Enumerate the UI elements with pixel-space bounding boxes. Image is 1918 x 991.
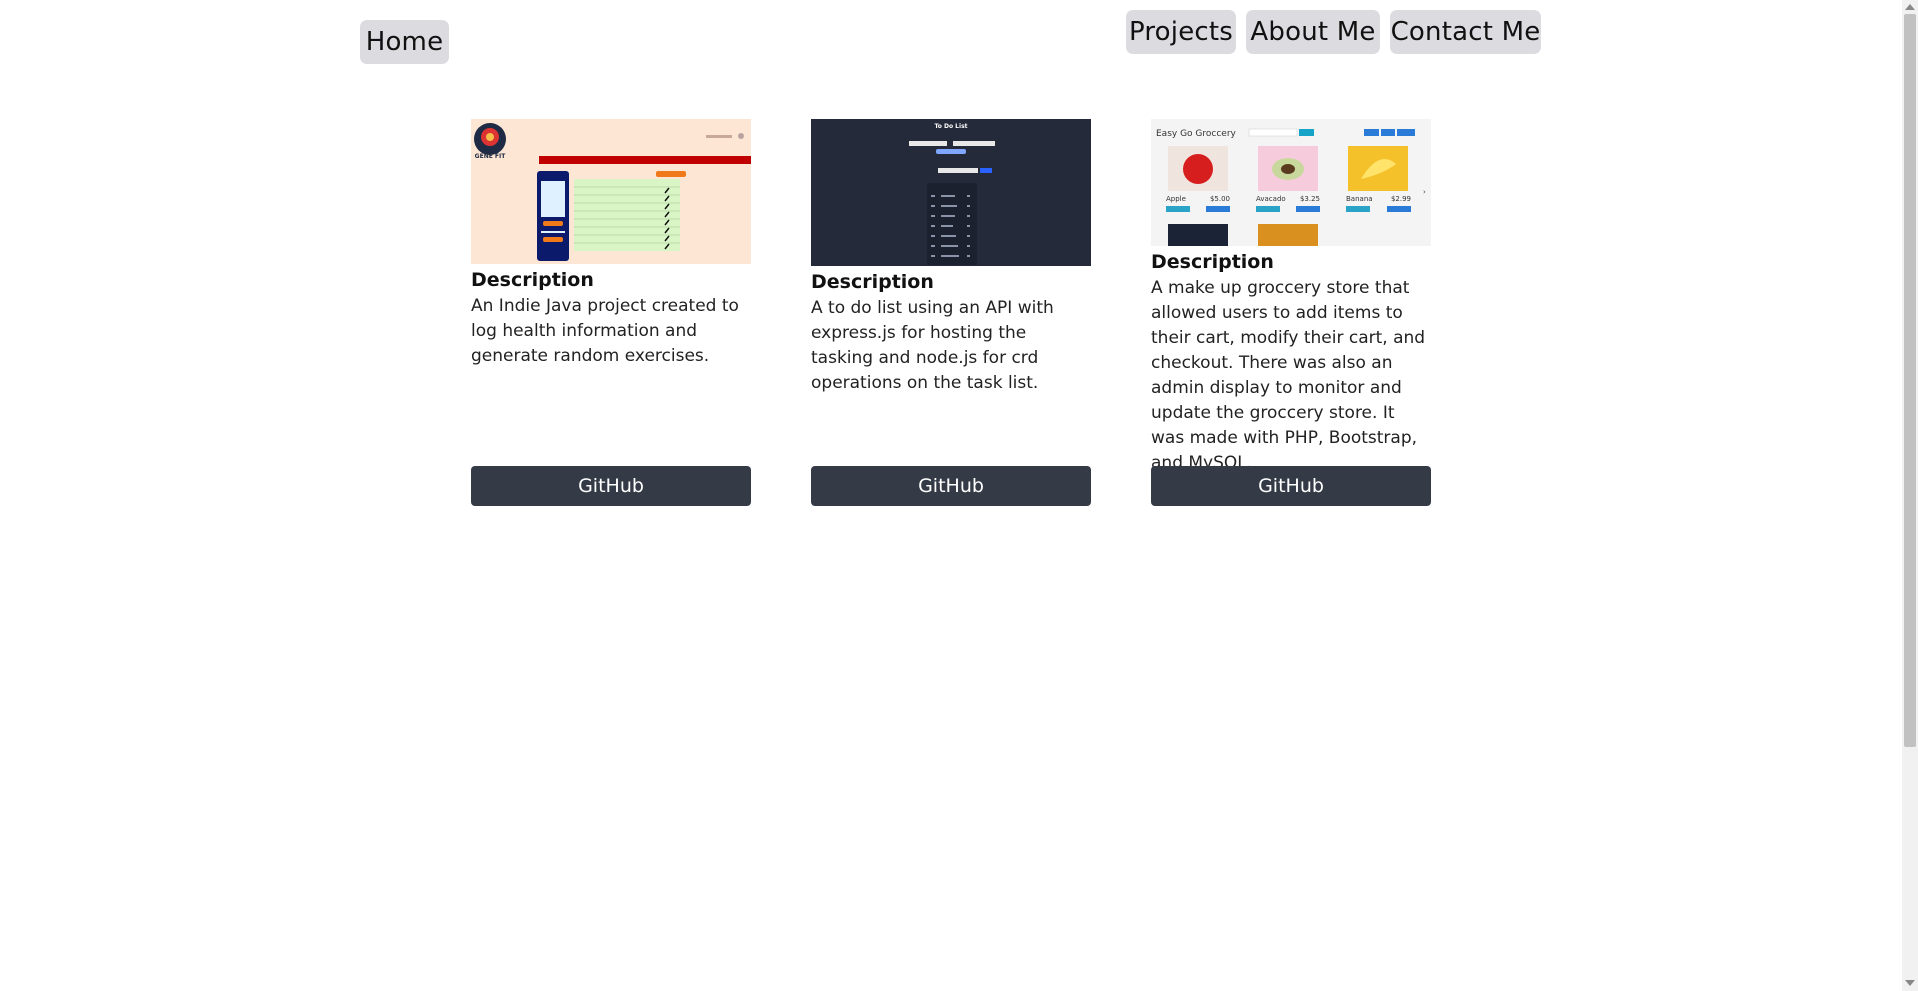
item-price: $3.25 <box>1300 195 1320 203</box>
fitness-app-screenshot: GENE FIT <box>471 119 751 264</box>
github-button-todo[interactable]: GitHub <box>811 466 1091 506</box>
home-button[interactable]: Home <box>360 20 449 64</box>
project-card-todo: To Do List Description A to do list usin… <box>811 119 1091 396</box>
grocery-title-text: Easy Go Groccery <box>1156 129 1237 139</box>
todo-title-text: To Do List <box>934 123 967 130</box>
project-thumbnail-grocery: Easy Go Groccery Apple $5.00 Avacado $3.… <box>1151 119 1431 246</box>
github-button-fitness[interactable]: GitHub <box>471 466 751 506</box>
project-card-fitness: GENE FIT Description An Indie Java proje… <box>471 119 751 369</box>
project-heading: Description <box>811 271 934 293</box>
project-description: A to do list using an API with express.j… <box>811 298 1054 393</box>
item-price: $5.00 <box>1210 195 1230 203</box>
item-name: Avacado <box>1256 195 1286 203</box>
project-description: An Indie Java project created to log hea… <box>471 296 739 366</box>
item-name: Apple <box>1166 195 1186 203</box>
scroll-down-arrow-icon[interactable] <box>1905 980 1915 986</box>
scrollbar-thumb[interactable] <box>1904 14 1916 747</box>
project-description: A make up groccery store that allowed us… <box>1151 278 1426 473</box>
fitness-logo-text: GENE FIT <box>475 153 507 160</box>
contact-me-button[interactable]: Contact Me <box>1390 10 1541 54</box>
item-name: Banana <box>1346 195 1373 203</box>
project-heading: Description <box>1151 251 1274 273</box>
github-button-grocery[interactable]: GitHub <box>1151 466 1431 506</box>
carousel-next-icon[interactable]: › <box>1423 188 1426 196</box>
vertical-scrollbar[interactable] <box>1902 0 1918 991</box>
projects-button[interactable]: Projects <box>1126 10 1236 54</box>
project-heading: Description <box>471 269 594 291</box>
page: Home Projects About Me Contact Me GENE F… <box>0 0 1902 991</box>
project-thumbnail-fitness: GENE FIT <box>471 119 751 264</box>
project-card-grocery: Easy Go Groccery Apple $5.00 Avacado $3.… <box>1151 119 1431 476</box>
grocery-app-screenshot: Easy Go Groccery Apple $5.00 Avacado $3.… <box>1151 119 1431 246</box>
project-thumbnail-todo: To Do List <box>811 119 1091 266</box>
item-price: $2.99 <box>1391 195 1411 203</box>
scroll-up-arrow-icon[interactable] <box>1905 4 1915 10</box>
todo-app-screenshot: To Do List <box>811 119 1091 266</box>
about-me-button[interactable]: About Me <box>1246 10 1380 54</box>
